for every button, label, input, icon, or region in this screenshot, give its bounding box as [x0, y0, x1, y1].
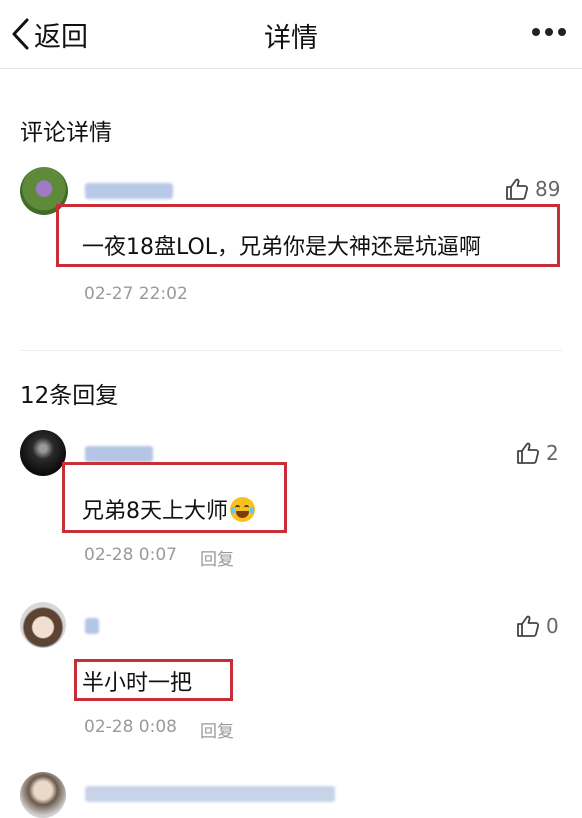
reply-timestamp: 02-28 0:08	[84, 717, 177, 737]
like-button[interactable]: 2	[516, 441, 559, 465]
reply-link[interactable]: 回复	[200, 545, 234, 570]
thumbs-up-icon	[517, 442, 540, 464]
avatar[interactable]	[20, 602, 66, 648]
like-button[interactable]: 0	[516, 614, 559, 638]
reply-text: 兄弟8天上大师	[82, 493, 255, 525]
username-blurred[interactable]	[85, 618, 99, 634]
username-blurred[interactable]	[85, 786, 335, 802]
nav-bar: 返回 详情	[0, 0, 582, 69]
avatar[interactable]	[20, 430, 66, 476]
comment-section-title: 评论详情	[20, 120, 112, 146]
reply-timestamp: 02-28 0:07	[84, 545, 177, 565]
thumbs-up-icon	[517, 615, 540, 637]
laugh-tears-emoji-icon	[230, 497, 255, 522]
more-dots-icon[interactable]	[532, 24, 566, 40]
comment-timestamp: 02-27 22:02	[84, 284, 188, 304]
reply-text: 半小时一把	[82, 671, 193, 696]
username-blurred[interactable]	[85, 183, 173, 199]
comment-text: 一夜18盘LOL，兄弟你是大神还是坑逼啊	[82, 235, 482, 260]
thumbs-up-icon	[506, 178, 529, 200]
like-button[interactable]: 89	[505, 177, 560, 201]
like-count: 89	[535, 177, 561, 201]
replies-section-title: 12条回复	[20, 383, 119, 409]
username-blurred[interactable]	[85, 446, 153, 462]
section-divider	[20, 350, 562, 351]
page-title: 详情	[264, 23, 318, 54]
like-count: 2	[546, 441, 559, 465]
avatar[interactable]	[20, 772, 66, 818]
like-count: 0	[546, 614, 559, 638]
reply-link[interactable]: 回复	[200, 717, 234, 742]
